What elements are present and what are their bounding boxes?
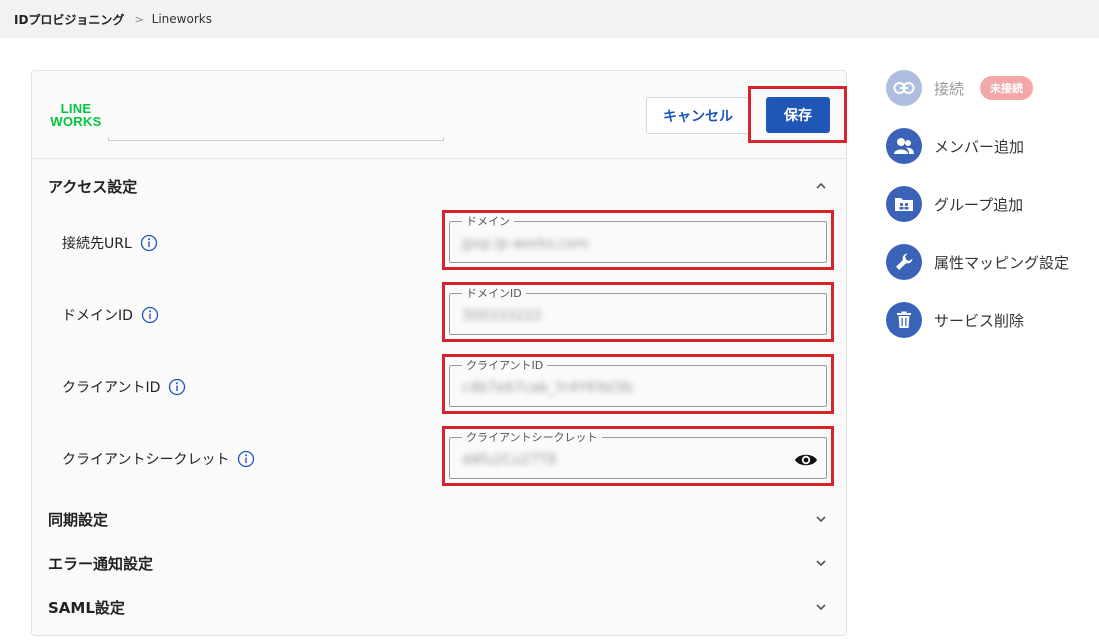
breadcrumb-separator: > — [134, 12, 144, 26]
chevron-down-icon — [816, 516, 826, 523]
sidebar-add-member-label: メンバー追加 — [934, 137, 1025, 156]
sidebar-delete-service-label: サービス削除 — [934, 311, 1025, 330]
section-error-header[interactable]: エラー通知設定 — [32, 548, 846, 578]
section-access-title: アクセス設定 — [48, 177, 138, 196]
section-error-title: エラー通知設定 — [48, 554, 154, 573]
domain-id-input[interactable]: ドメインID 300333222 — [449, 285, 827, 335]
field-client-secret-highlight: クライアントシークレット d4fu2Cu27T8 — [442, 426, 834, 486]
domain-value: jpsp.lp-works.com — [462, 236, 589, 252]
section-sync-header[interactable]: 同期設定 — [32, 504, 846, 534]
section-access-header[interactable]: アクセス設定 — [32, 171, 846, 201]
wrench-icon — [886, 244, 922, 280]
info-icon[interactable] — [237, 450, 255, 468]
service-name-field[interactable] — [108, 137, 444, 141]
field-domain-id-row: ドメインID — [62, 305, 159, 325]
client-secret-input[interactable]: クライアントシークレット d4fu2Cu27T8 — [449, 429, 827, 479]
field-client-id-highlight: クライアントID c4b7e67cab_Yr4Y6Yol3b — [442, 354, 834, 414]
eye-icon[interactable] — [794, 450, 818, 470]
field-client-secret-label: クライアントシークレット — [62, 452, 230, 468]
sidebar-item-connect[interactable]: 接続 未接続 — [886, 70, 1034, 106]
card-header: LINE WORKS キャンセル 保存 — [32, 71, 847, 159]
section-saml-title: SAML設定 — [48, 598, 125, 617]
sidebar-item-delete-service[interactable]: サービス削除 — [886, 302, 1024, 338]
client-id-value: c4b7e67cab_Yr4Y6Yol3b — [462, 380, 633, 396]
domain-legend: ドメイン — [462, 213, 514, 229]
save-button[interactable]: 保存 — [766, 97, 830, 133]
settings-card: LINE WORKS キャンセル 保存 アクセス設定 接続先URL ドメイン j… — [31, 70, 847, 636]
breadcrumb-current: Lineworks — [151, 12, 212, 26]
client-secret-value: d4fu2Cu27T8 — [462, 452, 557, 468]
field-url-label: 接続先URL — [62, 236, 132, 252]
lineworks-logo: LINE WORKS — [48, 102, 104, 128]
domain-input[interactable]: ドメイン jpsp.lp-works.com — [449, 213, 827, 263]
sidebar-item-attr-mapping[interactable]: 属性マッピング設定 — [886, 244, 1069, 280]
sidebar-connect-label: 接続 — [934, 79, 965, 98]
breadcrumb: IDプロビジョニング > Lineworks — [0, 0, 1099, 38]
chevron-down-icon — [816, 560, 826, 567]
domain-id-value: 300333222 — [462, 308, 543, 324]
section-sync-title: 同期設定 — [48, 510, 109, 529]
people-icon — [886, 128, 922, 164]
info-icon[interactable] — [140, 234, 158, 252]
status-badge: 未接続 — [980, 76, 1034, 100]
field-domain-id-label: ドメインID — [62, 308, 133, 324]
client-id-input[interactable]: クライアントID c4b7e67cab_Yr4Y6Yol3b — [449, 357, 827, 407]
sidebar-attr-mapping-label: 属性マッピング設定 — [934, 253, 1070, 272]
field-domain-id-highlight: ドメインID 300333222 — [442, 282, 834, 342]
trash-icon — [886, 302, 922, 338]
field-url-row: 接続先URL — [62, 233, 158, 253]
logo-line2: WORKS — [50, 114, 102, 129]
sidebar-add-group-label: グループ追加 — [934, 195, 1024, 214]
domain-id-legend: ドメインID — [462, 285, 526, 301]
client-id-legend: クライアントID — [462, 357, 548, 373]
group-folder-icon — [886, 186, 922, 222]
sidebar-item-add-group[interactable]: グループ追加 — [886, 186, 1023, 222]
link-icon — [886, 70, 922, 106]
section-saml-header[interactable]: SAML設定 — [32, 592, 846, 622]
sidebar-item-add-member[interactable]: メンバー追加 — [886, 128, 1024, 164]
cancel-button[interactable]: キャンセル — [646, 97, 750, 134]
chevron-down-icon — [816, 604, 826, 611]
field-client-secret-row: クライアントシークレット — [62, 449, 255, 469]
info-icon[interactable] — [168, 378, 186, 396]
chevron-up-icon — [816, 182, 826, 189]
field-client-id-label: クライアントID — [62, 380, 161, 396]
breadcrumb-root[interactable]: IDプロビジョニング — [14, 11, 124, 28]
client-secret-legend: クライアントシークレット — [462, 429, 602, 445]
field-client-id-row: クライアントID — [62, 377, 186, 397]
field-url-highlight: ドメイン jpsp.lp-works.com — [442, 210, 834, 270]
info-icon[interactable] — [141, 306, 159, 324]
